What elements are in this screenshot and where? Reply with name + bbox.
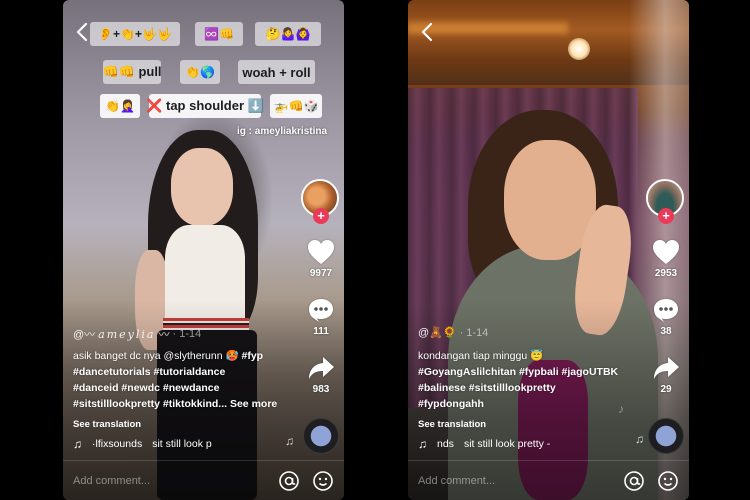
comment-bar [408, 460, 689, 500]
author-handle-prefix[interactable]: @〰 [73, 326, 95, 342]
overlay-text: ig : ameyliakristina [237, 126, 328, 137]
hashtag-line[interactable]: #danceid #newdc #newdance [73, 382, 219, 394]
video-subject-face [171, 148, 233, 226]
sticker-text: 👏🤦‍♀️ [105, 99, 135, 113]
caption-text: kondangan tiap minggu 😇 [418, 350, 544, 362]
scene-ceiling [408, 0, 689, 85]
hashtag-line[interactable]: #fyp [242, 350, 264, 362]
video-subject-face [504, 140, 596, 260]
sticker: 🚁👊🎲 [270, 94, 322, 118]
comment-bubble-icon [309, 299, 333, 322]
see-translation-link[interactable]: See translation [73, 419, 141, 430]
hashtag-line[interactable]: #balinese #sitstilllookpretty [418, 382, 556, 394]
music-disc-button[interactable] [303, 418, 339, 454]
caption-text: asik banget dc nya @slytherunn 🥵 [73, 350, 242, 362]
heart-icon [653, 240, 679, 264]
sticker-text: woah + roll [242, 64, 311, 80]
music-author: nds [437, 438, 454, 450]
emoji-button[interactable] [657, 470, 679, 492]
hashtag-line[interactable]: #dancetutorials #tutorialdance [73, 366, 225, 378]
sticker-text: 👊👊 pull [102, 64, 162, 79]
comment-bar [63, 460, 344, 500]
back-button[interactable] [419, 22, 435, 42]
like-button[interactable]: 2953 [648, 238, 684, 279]
music-author: ·lfixsounds [92, 438, 143, 450]
video-feed-left[interactable]: 👂+👏+🤟🤟 ♾️👊 🤔🤷‍♀️🙆‍♀️ 👊👊 pull 👏🌎 woah + r… [63, 0, 344, 500]
at-sign-icon [279, 470, 299, 491]
post-date: · 1-14 [459, 326, 489, 339]
comment-count: 38 [660, 326, 672, 337]
sticker: ♾️👊 [195, 22, 243, 46]
sticker: 👂+👏+🤟🤟 [90, 22, 180, 46]
share-button[interactable]: 983 [303, 354, 339, 395]
add-comment-input[interactable] [73, 474, 266, 487]
comment-bubble-icon [654, 299, 678, 322]
sticker-text: 🚁👊🎲 [273, 99, 319, 113]
share-count: 29 [660, 384, 672, 395]
hashtag-line[interactable]: #fypdongahh [418, 398, 484, 410]
video-subject-hair [468, 110, 618, 310]
music-ticker[interactable]: ♫ nds sit still look pretty - [418, 437, 618, 451]
music-note-icon: ♫ [418, 437, 427, 451]
share-button[interactable]: 29 [648, 354, 684, 395]
hashtag-line[interactable]: #GoyangAslilchitan #fypbali #jagoUTBK [418, 366, 618, 378]
author-handle[interactable]: ameylia [98, 328, 155, 341]
video-feed-right[interactable]: + 2953 38 29 @🧸🌻 · 1-14 kondangan tiap m… [408, 0, 689, 500]
music-disc-button[interactable] [648, 418, 684, 454]
at-sign-icon [624, 470, 644, 491]
music-ticker[interactable]: ♫ ·lfixsounds sit still look p [73, 437, 273, 451]
video-caption: kondangan tiap minggu 😇 #GoyangAslilchit… [418, 348, 643, 412]
follow-button[interactable]: + [658, 208, 674, 224]
sticker-text: ❌ tap shoulder ⬇️ [146, 98, 264, 113]
author-handle-suffix: 〰 [158, 329, 170, 341]
mention-button[interactable] [278, 470, 300, 492]
chevron-left-icon [76, 22, 88, 42]
see-more-link[interactable]: See more [230, 398, 277, 410]
author-row: @🧸🌻 · 1-14 [418, 326, 489, 340]
music-title: sit still look pretty - [463, 438, 551, 450]
sticker: ❌ tap shoulder ⬇️ [146, 94, 264, 118]
music-title: sit still look p [152, 438, 212, 450]
heart-icon [308, 240, 334, 264]
see-translation-link[interactable]: See translation [418, 419, 486, 430]
chevron-left-icon [421, 22, 433, 42]
emoji-button[interactable] [312, 470, 334, 492]
sticker: 👊👊 pull [102, 60, 162, 84]
comment-button[interactable]: 38 [648, 296, 684, 337]
sticker-text: 👂+👏+🤟🤟 [98, 27, 172, 41]
floating-note-icon: ♪ [618, 402, 624, 416]
sticker: 👏🌎 [180, 60, 220, 84]
sticker: 👏🤦‍♀️ [100, 94, 140, 118]
smiley-icon [658, 470, 678, 491]
hashtag-line[interactable]: #sitstilllookpretty #tiktokkind... [73, 398, 227, 410]
follow-button[interactable]: + [313, 208, 329, 224]
floating-note-icon: ♫ [635, 432, 644, 446]
comment-count: 111 [313, 326, 329, 337]
scene-lamp [568, 38, 590, 60]
share-arrow-icon [309, 357, 334, 379]
like-count: 9977 [309, 268, 333, 279]
author-handle[interactable]: @🧸🌻 [418, 326, 457, 339]
mention-button[interactable] [623, 470, 645, 492]
sticker-text: ♾️👊 [204, 27, 234, 41]
sticker: 🤔🤷‍♀️🙆‍♀️ [255, 22, 321, 46]
comment-button[interactable]: 111 [303, 296, 339, 337]
floating-note-icon: ♫ [285, 434, 294, 448]
sticker-text: 🤔🤷‍♀️🙆‍♀️ [265, 27, 311, 41]
like-button[interactable]: 9977 [303, 238, 339, 279]
like-count: 2953 [654, 268, 678, 279]
smiley-icon [313, 470, 333, 491]
video-caption: asik banget dc nya @slytherunn 🥵 #fyp #d… [73, 348, 298, 412]
post-date: · 1-14 [172, 328, 202, 340]
author-row: @〰 ameylia 〰 · 1-14 [73, 326, 201, 342]
share-arrow-icon [654, 357, 679, 379]
add-comment-input[interactable] [418, 474, 611, 487]
back-button[interactable] [74, 22, 90, 42]
music-note-icon: ♫ [73, 437, 82, 451]
share-count: 983 [312, 384, 330, 395]
sticker: woah + roll [238, 60, 315, 84]
sticker-text: 👏🌎 [185, 65, 215, 79]
